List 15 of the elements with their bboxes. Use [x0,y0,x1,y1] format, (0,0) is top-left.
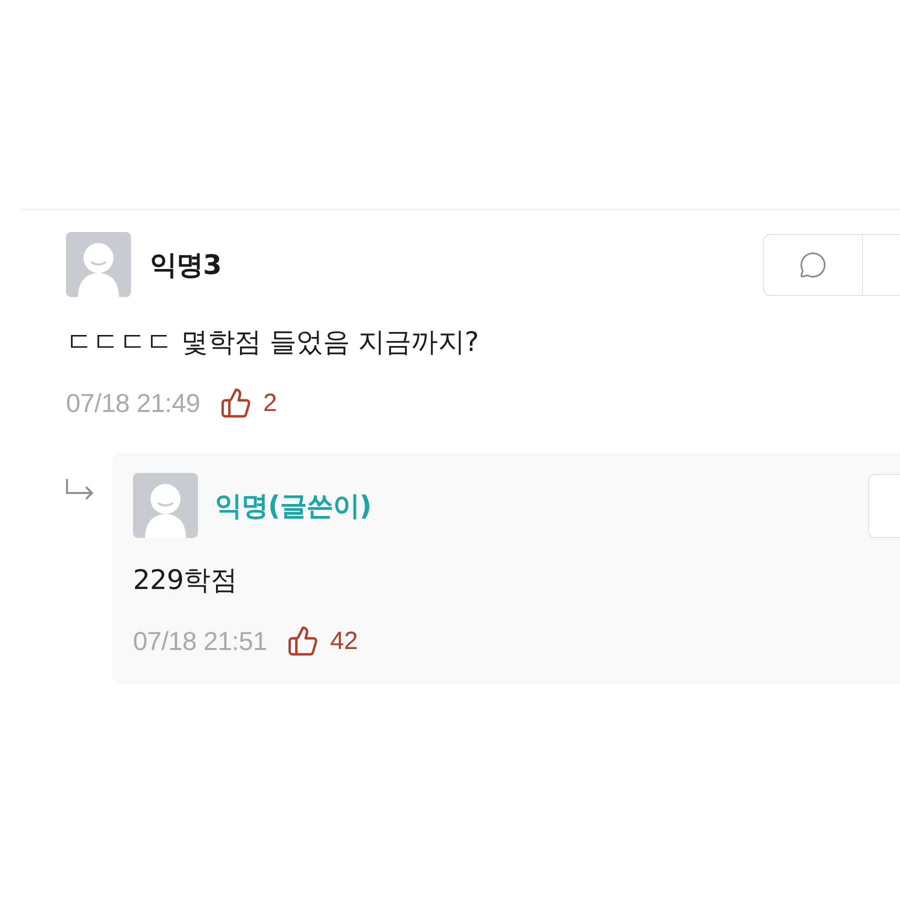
author-name: 익명3 [150,248,222,282]
comment-text: ㄷㄷㄷㄷ 몇학점 들었음 지금까지? [66,326,479,360]
author-name: 익명(글쓴이) [215,490,372,524]
like-count: 42 [330,626,358,656]
comment-time: 07/18 21:49 [66,388,200,418]
reply-arrow-icon [65,478,95,500]
comment-button[interactable] [763,234,863,296]
thumbs-up-icon[interactable] [287,625,320,657]
avatar-icon [66,232,131,297]
thumbs-up-icon[interactable] [220,387,252,419]
speech-bubble-icon [799,250,827,278]
avatar-icon [133,473,198,538]
comment-time: 07/18 21:51 [133,626,268,656]
reply-text: 229학점 [133,564,238,598]
like-count: 2 [263,388,277,418]
